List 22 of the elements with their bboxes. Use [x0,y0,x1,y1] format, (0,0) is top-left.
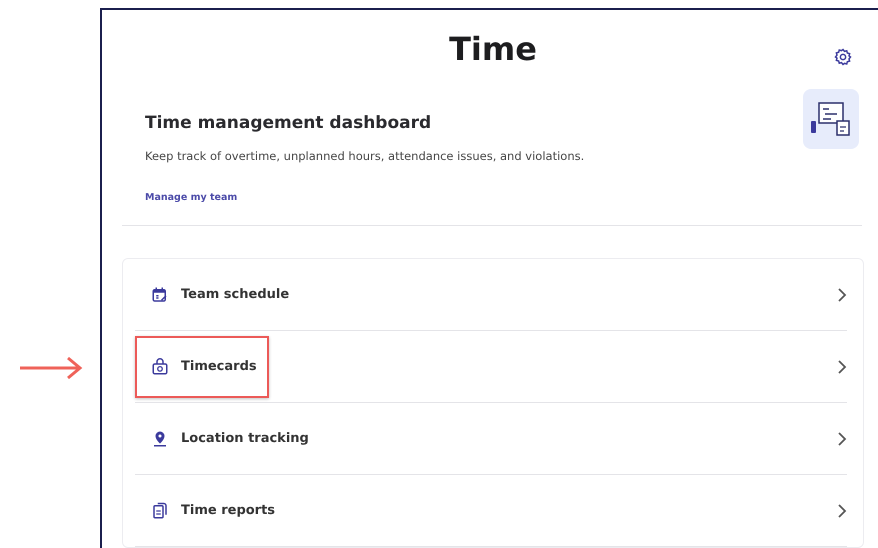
menu-row[interactable]: Time reports [135,475,847,547]
menu-row[interactable]: Location tracking [135,403,847,475]
menu-row[interactable]: Team schedule [135,259,847,331]
calendar-icon [151,286,169,304]
manage-team-link[interactable]: Manage my team [145,192,238,203]
menu-item-link[interactable]: Timecards [181,356,257,376]
menu-item-link[interactable]: Location tracking [181,428,309,448]
chevron-right-icon[interactable] [837,286,847,302]
section-description: Keep track of overtime, unplanned hours, attendance issues, and violations. [145,148,584,165]
lock-icon [151,358,169,376]
arrow-icon [18,356,84,380]
settings-icon[interactable] [834,48,852,66]
chevron-right-icon[interactable] [837,502,847,518]
chevron-right-icon[interactable] [837,430,847,446]
document-icon [151,502,169,520]
page-title: Time [449,32,537,65]
location-pin-icon [151,430,169,448]
menu-item-link[interactable]: Team schedule [181,284,290,304]
menu-item-link[interactable]: Time reports [181,500,276,520]
section-title: Time management dashboard [145,113,432,134]
chevron-right-icon[interactable] [837,358,847,374]
dashboard-illustration [803,89,859,150]
